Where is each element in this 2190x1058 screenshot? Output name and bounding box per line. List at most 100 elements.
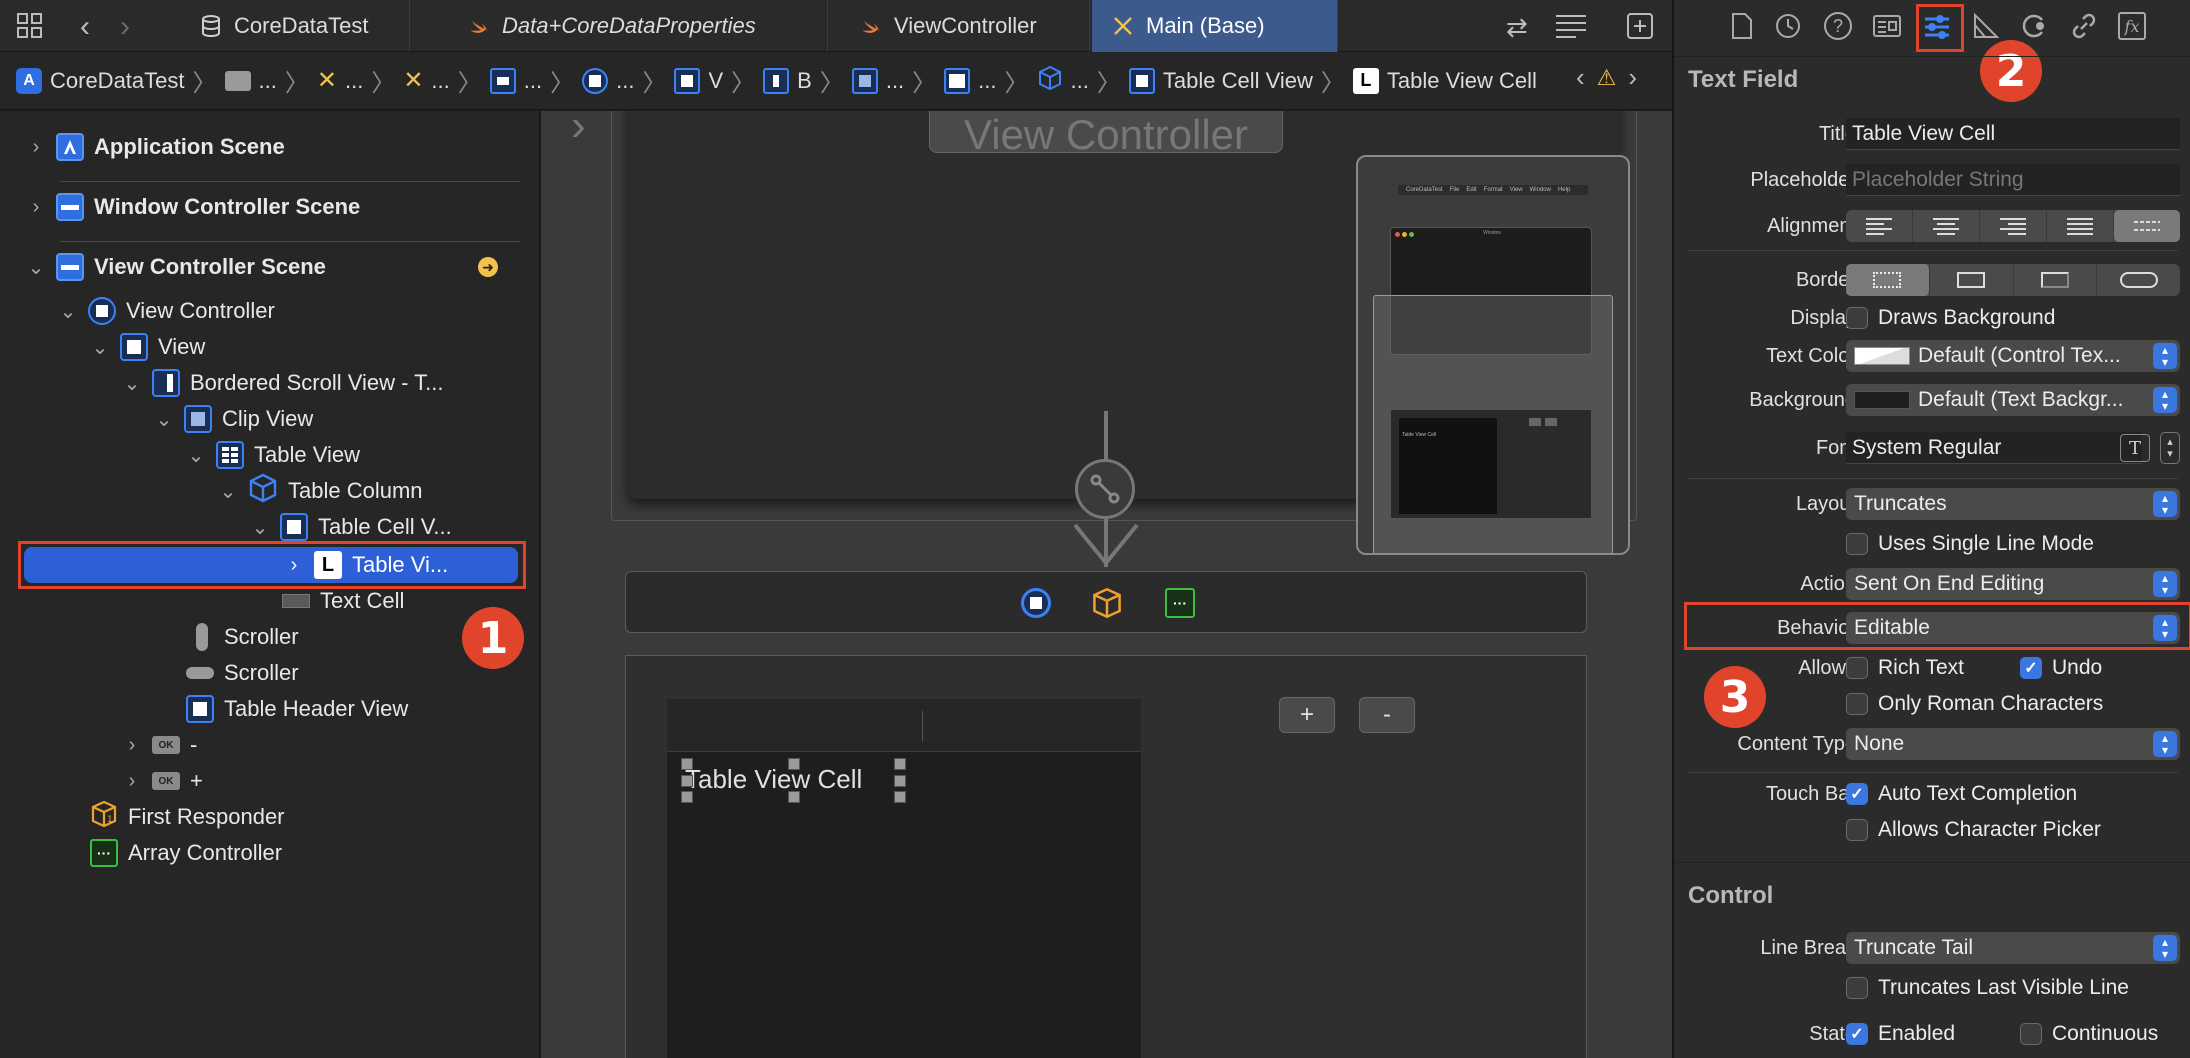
breadcrumb-item[interactable]: Table Cell View bbox=[1128, 67, 1313, 94]
font-picker-icon[interactable]: T bbox=[2120, 434, 2150, 462]
add-editor-icon[interactable] bbox=[1626, 12, 1654, 45]
background-popup[interactable]: Default (Text Backgr... ▴ ▾ bbox=[1846, 384, 2180, 416]
align-left-icon[interactable] bbox=[1846, 210, 1913, 242]
checkbox[interactable] bbox=[1846, 819, 1868, 841]
outline-text-cell[interactable]: Text Cell bbox=[282, 583, 404, 619]
breadcrumb-item[interactable]: ✕... bbox=[403, 66, 449, 95]
chevron-down-icon[interactable]: ⌄ bbox=[58, 299, 78, 324]
rich-text-checkbox[interactable]: Rich Text bbox=[1846, 656, 1964, 680]
checkbox-checked[interactable]: ✓ bbox=[1846, 1023, 1868, 1045]
title-field[interactable]: Table View Cell bbox=[1846, 118, 2180, 150]
outline-array-controller[interactable]: ··· Array Controller bbox=[90, 835, 282, 871]
character-picker-checkbox[interactable]: Allows Character Picker bbox=[1846, 818, 2101, 842]
border-bezel-icon[interactable] bbox=[2014, 264, 2098, 296]
auto-completion-checkbox[interactable]: ✓ Auto Text Completion bbox=[1846, 782, 2077, 806]
align-justify-icon[interactable] bbox=[2047, 210, 2114, 242]
outline-view-controller-scene[interactable]: ⌄ View Controller Scene bbox=[26, 249, 326, 285]
breadcrumb-project[interactable]: A CoreDataTest bbox=[16, 67, 185, 94]
tab-data-coredataproperties[interactable]: Data+CoreDataProperties bbox=[448, 0, 828, 52]
placeholder-field[interactable]: Placeholder String bbox=[1846, 164, 2180, 196]
outline-minus-button[interactable]: › OK - bbox=[122, 727, 198, 763]
connections-inspector-icon[interactable] bbox=[2020, 12, 2048, 45]
checkbox-checked[interactable]: ✓ bbox=[1846, 783, 1868, 805]
size-inspector-icon[interactable] bbox=[1972, 12, 2000, 45]
chevron-right-icon[interactable]: › bbox=[122, 734, 142, 757]
chevron-down-icon[interactable]: ⌄ bbox=[154, 407, 174, 432]
dock-first-responder-icon[interactable] bbox=[1091, 587, 1123, 624]
enabled-checkbox[interactable]: ✓ Enabled bbox=[1846, 1022, 1955, 1046]
plus-button[interactable]: + bbox=[1279, 697, 1335, 733]
single-line-mode-checkbox[interactable]: Uses Single Line Mode bbox=[1846, 532, 2094, 556]
tab-coredatatest[interactable]: CoreDataTest bbox=[180, 0, 410, 52]
outline-window-controller-scene[interactable]: › Window Controller Scene bbox=[26, 189, 360, 225]
selection-handle[interactable] bbox=[894, 758, 906, 770]
table-view[interactable] bbox=[667, 699, 1141, 1058]
effects-inspector-icon[interactable]: fx bbox=[2118, 12, 2146, 40]
action-popup[interactable]: Sent On End Editing ▴ ▾ bbox=[1846, 568, 2180, 600]
align-natural-icon[interactable] bbox=[2114, 210, 2180, 242]
segue-icon[interactable] bbox=[1075, 459, 1135, 519]
file-inspector-icon[interactable] bbox=[1730, 12, 1754, 45]
selection-handle[interactable] bbox=[788, 758, 800, 770]
editor-options-icon[interactable] bbox=[1554, 12, 1588, 45]
outline-table-view[interactable]: ⌄ Table View bbox=[186, 437, 360, 473]
breadcrumb-item[interactable]: V bbox=[674, 67, 723, 94]
chevron-down-icon[interactable]: ⌄ bbox=[218, 479, 238, 504]
outline-clip-view[interactable]: ⌄ Clip View bbox=[154, 401, 313, 437]
font-size-stepper[interactable]: ▴ ▾ bbox=[2160, 432, 2180, 464]
outline-plus-button[interactable]: › OK + bbox=[122, 763, 203, 799]
history-inspector-icon[interactable] bbox=[1774, 12, 1802, 45]
align-center-icon[interactable] bbox=[1913, 210, 1980, 242]
outline-table-cell-view[interactable]: ⌄ Table Cell V... bbox=[250, 509, 452, 545]
continuous-checkbox[interactable]: Continuous bbox=[2020, 1022, 2158, 1046]
layout-popup[interactable]: Truncates ▴ ▾ bbox=[1846, 488, 2180, 520]
align-right-icon[interactable] bbox=[1980, 210, 2047, 242]
outline-table-column[interactable]: ⌄ Table Column bbox=[218, 473, 423, 509]
identity-inspector-icon[interactable] bbox=[1872, 12, 1902, 45]
border-rounded-icon[interactable] bbox=[2097, 264, 2180, 296]
breadcrumb-item[interactable]: ... bbox=[944, 67, 997, 94]
roman-characters-checkbox[interactable]: Only Roman Characters bbox=[1846, 692, 2103, 716]
tab-viewcontroller[interactable]: ViewController bbox=[840, 0, 1090, 52]
border-control[interactable] bbox=[1846, 264, 2180, 296]
checkbox[interactable] bbox=[1846, 977, 1868, 999]
selection-handle[interactable] bbox=[681, 791, 693, 803]
chevron-right-icon[interactable]: › bbox=[26, 136, 46, 159]
swap-icon[interactable]: ⇄ bbox=[1506, 12, 1528, 43]
text-color-popup[interactable]: Default (Control Tex... ▴ ▾ bbox=[1846, 340, 2180, 372]
table-cell-text[interactable]: Table View Cell bbox=[685, 764, 862, 795]
outline-application-scene[interactable]: › Application Scene bbox=[26, 129, 285, 165]
dock-view-controller-icon[interactable] bbox=[1021, 588, 1051, 618]
truncates-last-line-checkbox[interactable]: Truncates Last Visible Line bbox=[1846, 976, 2129, 1000]
undo-checkbox[interactable]: ✓ Undo bbox=[2020, 656, 2102, 680]
border-line-icon[interactable] bbox=[1930, 264, 2014, 296]
grid-icon[interactable] bbox=[16, 12, 44, 40]
forward-icon[interactable]: › bbox=[120, 10, 130, 44]
chevron-left-icon[interactable]: ‹ bbox=[1576, 62, 1585, 93]
outline-first-responder[interactable]: 1 First Responder bbox=[90, 799, 285, 835]
chevron-down-icon[interactable]: ⌄ bbox=[122, 371, 142, 396]
segue-arrow-icon[interactable]: ➜ bbox=[478, 257, 498, 277]
checkbox[interactable] bbox=[1846, 693, 1868, 715]
outline-bordered-scroll-view[interactable]: ⌄ Bordered Scroll View - T... bbox=[122, 365, 444, 401]
minimap[interactable]: CoreDataTest File Edit Format View Window Help… bbox=[1356, 155, 1630, 555]
breadcrumb-item[interactable]: ✕... bbox=[317, 66, 363, 95]
chevron-right-icon[interactable]: › bbox=[1628, 62, 1637, 93]
checkbox[interactable] bbox=[1846, 657, 1868, 679]
selection-handle[interactable] bbox=[788, 791, 800, 803]
selection-handle[interactable] bbox=[681, 775, 693, 787]
checkbox[interactable] bbox=[1846, 533, 1868, 555]
checkbox-checked[interactable]: ✓ bbox=[2020, 657, 2042, 679]
selection-handle[interactable] bbox=[894, 775, 906, 787]
selection-handle[interactable] bbox=[681, 758, 693, 770]
chevron-down-icon[interactable]: ⌄ bbox=[90, 335, 110, 360]
breadcrumb-item[interactable]: ... bbox=[1037, 65, 1089, 97]
content-type-popup[interactable]: None ▴ ▾ bbox=[1846, 728, 2180, 760]
breadcrumb-item[interactable]: ... bbox=[489, 67, 542, 94]
checkbox[interactable] bbox=[2020, 1023, 2042, 1045]
breadcrumb-item[interactable]: ... bbox=[224, 68, 277, 94]
chevron-right-icon[interactable]: › bbox=[122, 770, 142, 793]
back-icon[interactable]: ‹ bbox=[80, 10, 90, 44]
chevron-right-icon[interactable]: › bbox=[26, 196, 46, 219]
help-inspector-icon[interactable]: ? bbox=[1824, 12, 1852, 40]
